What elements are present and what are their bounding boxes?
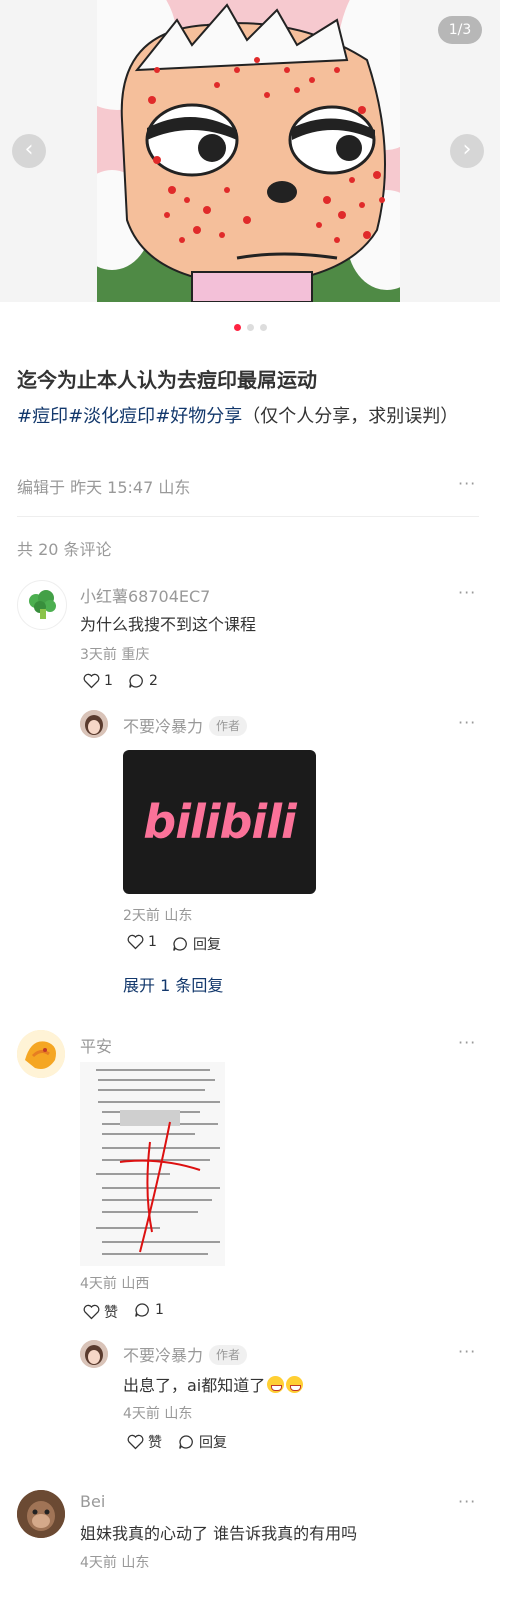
chevron-left-icon: ‹ xyxy=(24,137,34,162)
comment-meta: 4天前 山东 xyxy=(80,1555,150,1571)
comment-more-icon[interactable]: ··· xyxy=(458,1033,476,1052)
reply-button[interactable]: 1 xyxy=(134,1302,164,1318)
note-more-icon[interactable]: ··· xyxy=(458,474,476,493)
expand-replies-link[interactable]: 展开 1 条回复 xyxy=(123,972,223,996)
note-description-text: （仅个人分享，求别误判） xyxy=(242,406,459,427)
girl-avatar-icon xyxy=(80,710,108,738)
grin-emoji-icon xyxy=(286,1376,304,1393)
carousel-dot-3[interactable] xyxy=(259,324,267,331)
carousel-prev-button[interactable]: ‹ xyxy=(12,134,46,168)
avatar[interactable] xyxy=(17,580,67,630)
divider xyxy=(17,516,479,517)
like-button[interactable]: 1 xyxy=(83,673,113,689)
comment-meta: 4天前 山西 xyxy=(80,1276,150,1292)
note-description: #痘印#淡化痘印#好物分享（仅个人分享，求别误判） xyxy=(17,402,467,431)
reply-count: 1 xyxy=(155,1302,164,1318)
reply-button[interactable]: 回复 xyxy=(172,934,221,954)
reply-meta: 2天前 山东 xyxy=(123,908,193,924)
note-detail-page: ‹ › 1/3 迄今为止本人认为去痘印最屌运动 #痘印#淡化痘印#好物分享（仅个… xyxy=(0,0,500,1621)
comment-bubble-icon xyxy=(173,937,187,951)
page-scrollbar[interactable] xyxy=(500,0,516,1621)
comment-bubble-icon xyxy=(179,1435,193,1449)
monkey-avatar-icon xyxy=(17,1490,65,1538)
comment-username[interactable]: 平安 xyxy=(80,1033,112,1057)
comment-username[interactable]: Bei xyxy=(80,1492,105,1511)
reply-button[interactable]: 2 xyxy=(128,673,158,689)
hashtag-acne-mark[interactable]: #痘印 xyxy=(17,406,68,427)
document-photo-image xyxy=(80,1062,225,1266)
reply-more-icon[interactable]: ··· xyxy=(458,713,476,732)
like-button[interactable]: 1 xyxy=(127,934,157,950)
dragon-avatar-icon xyxy=(17,1030,65,1078)
avatar[interactable] xyxy=(80,710,108,738)
avatar[interactable] xyxy=(17,1490,65,1538)
carousel-image[interactable] xyxy=(97,0,400,302)
reply-image[interactable]: bilibili xyxy=(123,750,316,894)
author-badge: 作者 xyxy=(209,716,248,736)
carousel-next-button[interactable]: › xyxy=(450,134,484,168)
carousel-counter: 1/3 xyxy=(438,16,482,44)
reply-username[interactable]: 不要冷暴力 作者 xyxy=(123,713,248,737)
comment-image[interactable] xyxy=(80,1062,225,1266)
reply-username-text: 不要冷暴力 xyxy=(123,1346,204,1365)
like-button[interactable]: 赞 xyxy=(127,1432,162,1452)
heart-icon xyxy=(127,934,144,950)
like-label: 赞 xyxy=(104,1305,118,1321)
hashtag-fade-acne-mark[interactable]: #淡化痘印 xyxy=(68,406,155,427)
reply-button[interactable]: 回复 xyxy=(178,1432,227,1452)
carousel-indicator xyxy=(0,316,500,331)
reply-username-text: 不要冷暴力 xyxy=(123,717,204,736)
broccoli-avatar-icon xyxy=(29,590,56,619)
note-title: 迄今为止本人认为去痘印最屌运动 xyxy=(17,368,317,392)
reply-text: 出息了，ai都知道了 xyxy=(123,1372,304,1396)
comment-bubble-icon xyxy=(129,674,143,688)
comment-text: 为什么我搜不到这个课程 xyxy=(80,615,257,634)
reply-more-icon[interactable]: ··· xyxy=(458,1342,476,1361)
like-button[interactable]: 赞 xyxy=(83,1302,118,1322)
reply-count: 2 xyxy=(149,673,158,689)
heart-icon xyxy=(127,1434,144,1450)
comment-more-icon[interactable]: ··· xyxy=(458,1492,476,1511)
grin-emoji-icon xyxy=(267,1376,285,1393)
carousel-dot-2[interactable] xyxy=(246,324,254,331)
image-carousel[interactable]: ‹ › 1/3 xyxy=(0,0,500,302)
comment-more-icon[interactable]: ··· xyxy=(458,583,476,602)
cartoon-sheep-image xyxy=(97,0,400,302)
carousel-dot-1[interactable] xyxy=(233,324,241,331)
chevron-right-icon: › xyxy=(462,137,472,162)
reply-label: 回复 xyxy=(193,937,221,953)
avatar[interactable] xyxy=(80,1340,108,1368)
comment-username[interactable]: 小红薯68704EC7 xyxy=(80,583,210,607)
comment-meta: 3天前 重庆 xyxy=(80,647,150,663)
reply-label: 回复 xyxy=(199,1435,227,1451)
heart-icon xyxy=(83,673,100,689)
like-count: 1 xyxy=(104,673,113,689)
comment-bubble-icon xyxy=(135,1303,149,1317)
comments-count: 共 20 条评论 xyxy=(17,540,112,559)
author-badge: 作者 xyxy=(209,1345,248,1365)
girl-avatar-icon xyxy=(80,1340,108,1368)
note-meta: 编辑于 昨天 15:47 山东 xyxy=(17,478,191,497)
like-label: 赞 xyxy=(148,1435,162,1451)
bilibili-logo-text: bilibili xyxy=(143,795,296,849)
comment-text: 姐妹我真的心动了 谁告诉我真的有用吗 xyxy=(80,1524,358,1543)
reply-username[interactable]: 不要冷暴力 作者 xyxy=(123,1342,248,1366)
reply-text-content: 出息了，ai都知道了 xyxy=(123,1376,266,1395)
heart-icon xyxy=(83,1304,100,1320)
hashtag-goods-share[interactable]: #好物分享 xyxy=(155,406,242,427)
avatar[interactable] xyxy=(17,1030,65,1078)
like-count: 1 xyxy=(148,934,157,950)
reply-meta: 4天前 山东 xyxy=(123,1406,193,1422)
